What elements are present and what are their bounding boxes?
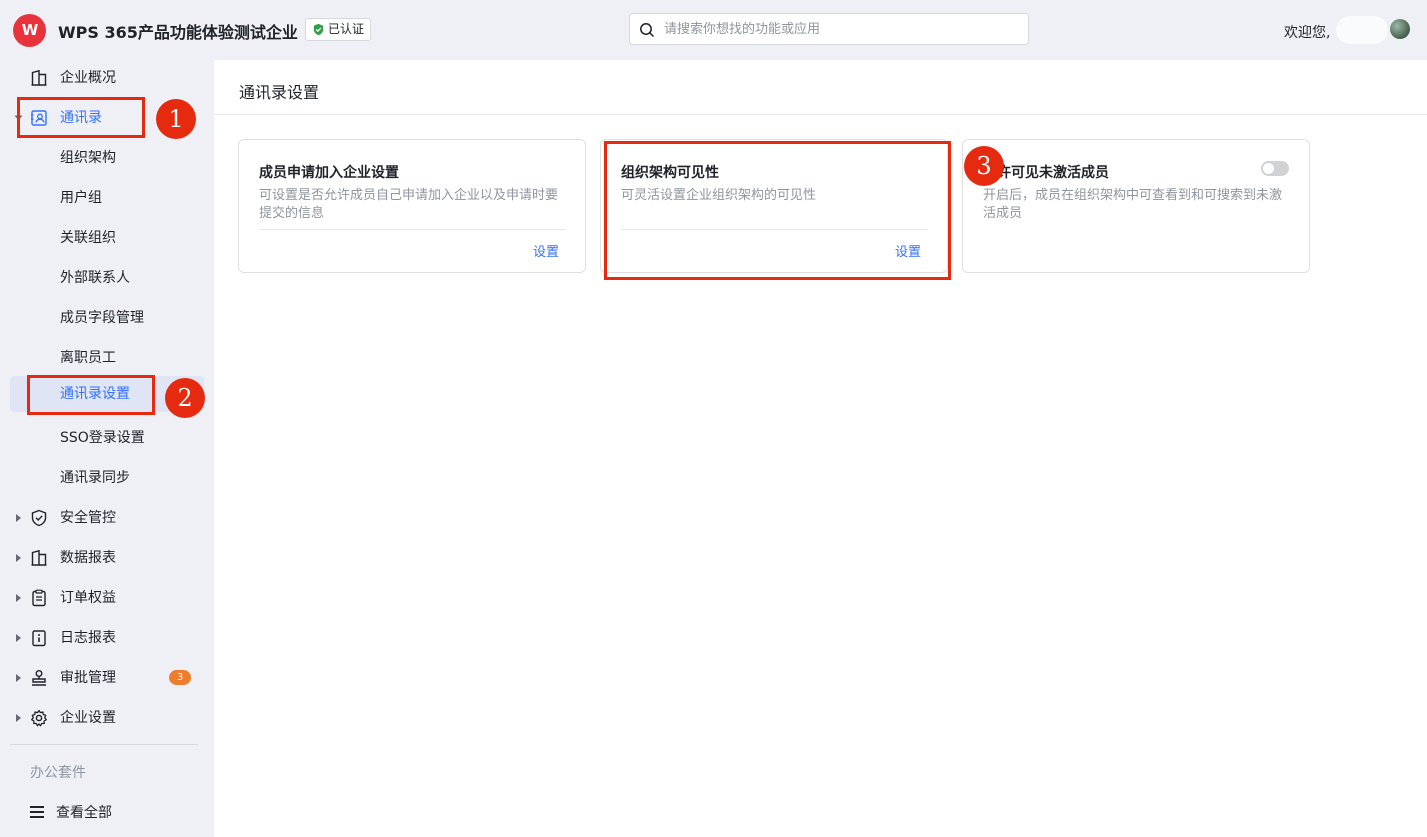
- card-title: 组织架构可见性: [621, 165, 719, 181]
- settings-link[interactable]: 设置: [895, 241, 921, 260]
- sidebar-item-label: SSO登录设置: [60, 430, 145, 446]
- sidebar-item-label: 成员字段管理: [60, 310, 144, 326]
- sidebar-item-data-reports[interactable]: 数据报表: [10, 540, 204, 576]
- report-icon: [31, 549, 47, 566]
- card-member-join-settings: 成员申请加入企业设置 可设置是否允许成员自己申请加入企业以及申请时要提交的信息 …: [238, 139, 586, 273]
- settings-link[interactable]: 设置: [533, 241, 559, 260]
- sidebar-item-label: 订单权益: [60, 590, 116, 606]
- sidebar-item-label: 通讯录设置: [60, 386, 130, 402]
- sidebar-item-departed-staff[interactable]: 离职员工: [10, 340, 204, 376]
- sidebar-item-label: 审批管理: [60, 670, 116, 686]
- sidebar-item-approvals[interactable]: 审批管理 3: [10, 660, 204, 696]
- sidebar-item-label: 组织架构: [60, 150, 116, 166]
- page-header: 通讯录设置: [214, 60, 1427, 115]
- view-all-button[interactable]: 查看全部: [30, 802, 112, 822]
- sidebar-item-label: 日志报表: [60, 630, 116, 646]
- sidebar-item-sso-settings[interactable]: SSO登录设置: [10, 420, 204, 456]
- wps-logo-icon[interactable]: W: [13, 14, 46, 47]
- search-box[interactable]: [629, 13, 1029, 45]
- sidebar-item-enterprise-overview[interactable]: 企业概况: [10, 60, 204, 96]
- card-description: 可灵活设置企业组织架构的可见性: [621, 188, 817, 203]
- sidebar-item-label: 通讯录: [60, 110, 102, 126]
- menu-icon: [30, 806, 44, 818]
- user-name-blurred: [1336, 16, 1388, 44]
- shield-icon: [31, 509, 47, 527]
- sidebar-item-log-reports[interactable]: 日志报表: [10, 620, 204, 656]
- sidebar-item-label: 安全管控: [60, 510, 116, 526]
- sidebar-item-org-structure[interactable]: 组织架构: [10, 140, 204, 176]
- sidebar-divider: [10, 744, 198, 745]
- sidebar-item-label: 离职员工: [60, 350, 116, 366]
- card-org-visibility: 组织架构可见性 可灵活设置企业组织架构的可见性 设置: [600, 139, 948, 273]
- main-content: 通讯录设置 成员申请加入企业设置 可设置是否允许成员自己申请加入企业以及申请时要…: [214, 60, 1427, 837]
- search-input[interactable]: [664, 19, 1014, 39]
- inactive-members-toggle[interactable]: [1261, 161, 1289, 176]
- welcome-text: 欢迎您,: [1284, 25, 1331, 41]
- sidebar: 企业概况 通讯录 组织架构 用户组 关联组织 外部联系人 成员字段管理 离职员工…: [0, 60, 214, 837]
- sidebar-item-security[interactable]: 安全管控: [10, 500, 204, 536]
- sidebar-item-label: 通讯录同步: [60, 470, 130, 486]
- stamp-icon: [32, 670, 46, 686]
- caret-right-icon: [16, 594, 21, 602]
- contacts-icon: [31, 110, 47, 126]
- sidebar-item-member-fields[interactable]: 成员字段管理: [10, 300, 204, 336]
- card-inactive-members-visible: 允许可见未激活成员 开启后，成员在组织架构中可查看到和可搜索到未激活成员: [962, 139, 1310, 273]
- caret-right-icon: [16, 714, 21, 722]
- step-marker-1: 1: [156, 99, 196, 139]
- sidebar-item-label: 数据报表: [60, 550, 116, 566]
- card-description: 可设置是否允许成员自己申请加入企业以及申请时要提交的信息: [259, 188, 559, 221]
- sidebar-item-user-groups[interactable]: 用户组: [10, 180, 204, 216]
- search-icon: [640, 23, 655, 38]
- sidebar-item-label: 用户组: [60, 190, 102, 206]
- verified-shield-icon: [313, 23, 324, 36]
- view-all-label: 查看全部: [56, 805, 112, 821]
- caret-down-icon: [14, 115, 23, 121]
- gear-icon: [31, 709, 47, 727]
- step-marker-3: 3: [964, 146, 1004, 186]
- card-title: 成员申请加入企业设置: [259, 165, 399, 181]
- sidebar-item-contacts-sync[interactable]: 通讯录同步: [10, 460, 204, 496]
- sidebar-item-label: 企业概况: [60, 70, 116, 86]
- building-icon: [31, 69, 47, 86]
- card-divider: [259, 229, 566, 230]
- sidebar-item-external-contacts[interactable]: 外部联系人: [10, 260, 204, 296]
- sidebar-item-label: 外部联系人: [60, 270, 130, 286]
- avatar[interactable]: [1390, 19, 1410, 39]
- office-suite-label: 办公套件: [30, 765, 86, 781]
- caret-right-icon: [16, 554, 21, 562]
- page-title: 通讯录设置: [239, 83, 320, 102]
- sidebar-item-enterprise-settings[interactable]: 企业设置: [10, 700, 204, 736]
- sidebar-item-linked-orgs[interactable]: 关联组织: [10, 220, 204, 256]
- top-bar: W WPS 365产品功能体验测试企业 已认证 欢迎您,: [0, 0, 1427, 60]
- caret-right-icon: [16, 514, 21, 522]
- sidebar-item-orders[interactable]: 订单权益: [10, 580, 204, 616]
- company-name: WPS 365产品功能体验测试企业: [58, 23, 298, 42]
- caret-right-icon: [16, 674, 21, 682]
- approvals-count-badge: 3: [169, 670, 191, 685]
- info-doc-icon: [32, 630, 46, 647]
- step-marker-2: 2: [165, 378, 205, 418]
- verified-badge: 已认证: [305, 18, 372, 41]
- toggle-knob: [1263, 163, 1274, 174]
- card-divider: [621, 229, 928, 230]
- card-description: 开启后，成员在组织架构中可查看到和可搜索到未激活成员: [983, 188, 1283, 221]
- clipboard-icon: [32, 589, 46, 607]
- verified-label: 已认证: [328, 22, 365, 36]
- sidebar-item-label: 企业设置: [60, 710, 116, 726]
- caret-right-icon: [16, 634, 21, 642]
- sidebar-item-label: 关联组织: [60, 230, 116, 246]
